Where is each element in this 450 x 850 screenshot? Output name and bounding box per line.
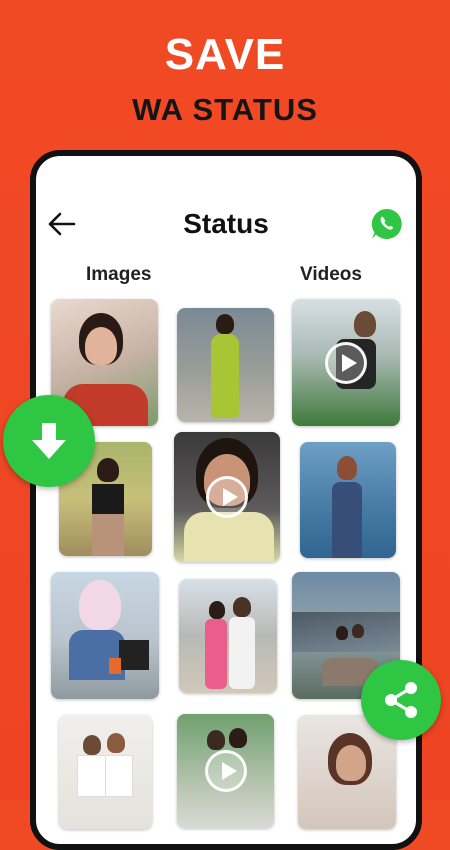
whatsapp-icon [371,208,402,239]
whatsapp-button[interactable] [369,206,405,242]
promo-headline-wa-status: WA STATUS [132,92,318,127]
status-tile[interactable] [174,432,280,562]
column-label-videos: Videos [300,264,362,285]
status-tile[interactable] [51,572,159,699]
play-icon[interactable] [206,476,248,518]
download-arrow-icon [32,423,66,459]
share-icon [385,682,417,718]
column-label-images: Images [86,264,152,285]
phone-frame: Status Images Videos [30,150,422,850]
status-tile[interactable] [177,714,274,828]
play-icon[interactable] [204,750,247,792]
download-button[interactable] [3,395,95,487]
promo-headline-save: SAVE [164,30,286,79]
page-title: Status [183,208,269,239]
status-tile[interactable] [300,442,396,558]
play-icon[interactable] [325,341,367,384]
status-tile[interactable] [292,299,400,426]
status-tile[interactable] [179,579,277,693]
status-tile[interactable] [59,715,152,829]
status-tile[interactable] [177,308,274,422]
share-button[interactable] [361,660,441,740]
